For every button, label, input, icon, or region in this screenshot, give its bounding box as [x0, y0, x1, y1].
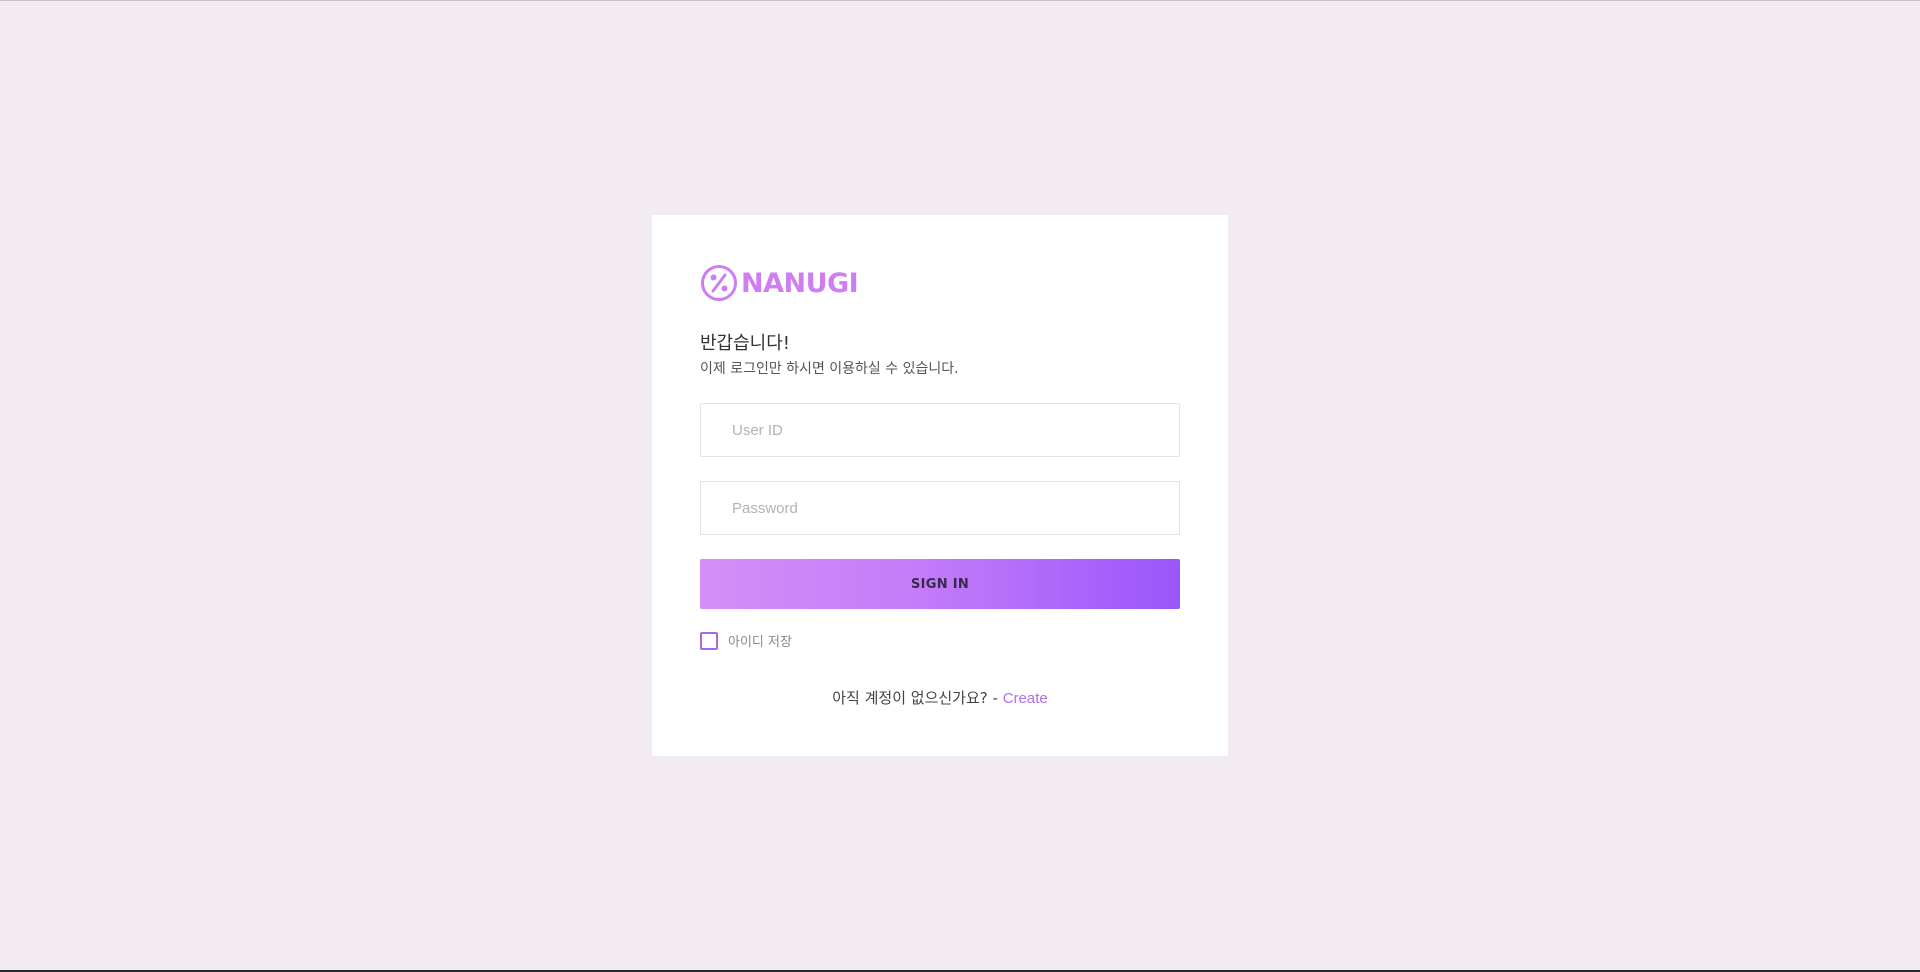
- greeting-title: 반갑습니다!: [700, 333, 791, 354]
- remember-id-toggle[interactable]: 아이디 저장: [700, 631, 792, 650]
- sign-in-button[interactable]: SIGN IN: [700, 559, 1180, 609]
- logo-wordmark: NANUGI: [741, 267, 859, 299]
- signup-prompt-text: 아직 계정이 없으신가요?: [832, 689, 988, 707]
- signup-prompt: 아직 계정이 없으신가요? - Create: [652, 687, 1228, 708]
- percent-circle-icon: [701, 265, 737, 301]
- password-input[interactable]: [700, 481, 1180, 535]
- remember-id-checkbox[interactable]: [700, 631, 718, 650]
- login-subtitle: 이제 로그인만 하시면 이용하실 수 있습니다.: [700, 361, 959, 377]
- nanugi-logo: NANUGI: [700, 263, 859, 303]
- signup-separator: -: [987, 689, 1003, 707]
- login-card: NANUGI 반갑습니다! 이제 로그인만 하시면 이용하실 수 있습니다. S…: [652, 215, 1228, 756]
- window-top-border: [0, 0, 1920, 1]
- create-account-link[interactable]: Create: [1003, 690, 1048, 707]
- remember-id-label: 아이디 저장: [728, 635, 792, 650]
- user-id-input[interactable]: [700, 403, 1180, 457]
